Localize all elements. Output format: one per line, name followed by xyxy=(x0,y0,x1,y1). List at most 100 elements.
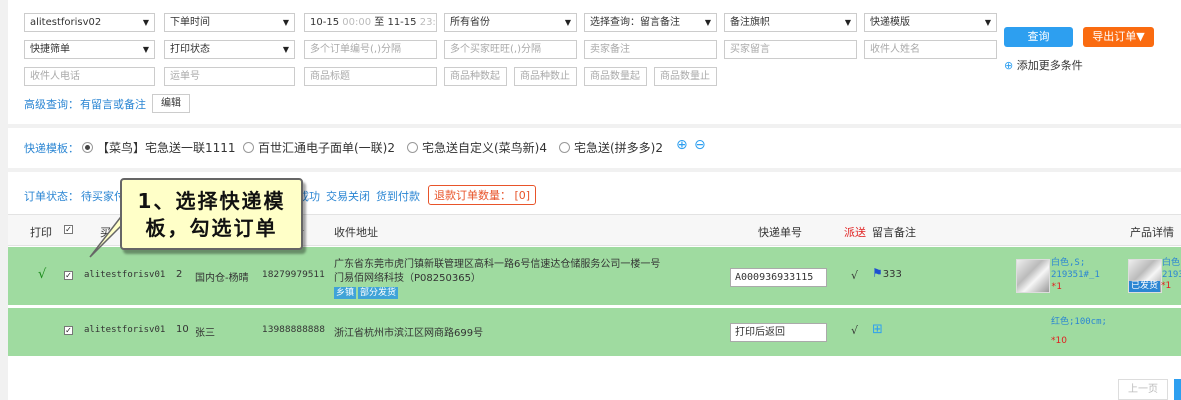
item-qty: 2 xyxy=(176,269,183,280)
template-option-label: 宅急送(拼多多)2 xyxy=(574,141,663,155)
order-status-label: 订单状态： xyxy=(24,190,79,203)
address-line-2: 门易佰网络科技（P08250365） xyxy=(334,273,481,284)
receiver-name: 张三 xyxy=(195,328,215,339)
receiver-name: 国内仓-杨晴 xyxy=(195,273,249,284)
callout-annotation: 1、选择快递模 板，勾选订单 xyxy=(120,178,303,250)
chevron-down-icon: ▼ xyxy=(142,45,149,54)
tag-township: 乡镇 xyxy=(334,287,357,299)
radio-icon[interactable] xyxy=(243,142,254,153)
chevron-down-icon: ▼ xyxy=(984,18,991,27)
quick-filter-select[interactable]: 快捷筛单 ▼ xyxy=(24,40,155,59)
courier-template-label: 快递模板： xyxy=(24,142,79,155)
shop-select-value: alitestforisv02 xyxy=(30,17,102,28)
template-option-3[interactable]: 宅急送(拼多多)2 xyxy=(559,139,663,156)
print-status-select-value: 打印状态 xyxy=(170,44,210,55)
add-note-icon[interactable]: ⊞ xyxy=(872,322,883,337)
buyer-message-input[interactable]: 买家留言 xyxy=(724,40,857,59)
quick-filter-select-value: 快捷筛单 xyxy=(30,44,70,55)
query-button[interactable]: 查询 xyxy=(1004,27,1073,47)
edit-button[interactable]: 编辑 xyxy=(152,94,190,113)
product-kinds-from-input[interactable]: 商品种数起 xyxy=(444,67,507,86)
select-all-checkbox[interactable]: ✓ xyxy=(64,225,73,234)
header-dispatch: 派送 xyxy=(844,226,866,239)
radio-icon[interactable] xyxy=(559,142,570,153)
address-tags: 乡镇 部分发货 xyxy=(334,285,400,299)
order-time-select-value: 下单时间 xyxy=(170,17,210,28)
product-qty-to-input[interactable]: 商品数量止 xyxy=(654,67,717,86)
order-time-select[interactable]: 下单时间 ▼ xyxy=(164,13,295,32)
plus-circle-icon[interactable]: ⊕ xyxy=(676,137,688,153)
next-page-button[interactable] xyxy=(1174,379,1181,400)
order-ids-input[interactable]: 多个订单编号(,)分隔 xyxy=(304,40,437,59)
template-option-0[interactable]: 【菜鸟】宅急送一联1111 xyxy=(82,139,236,156)
radio-icon[interactable] xyxy=(407,142,418,153)
item-qty: 10 xyxy=(176,324,189,335)
query-type-select[interactable]: 选择查询：留言备注 ▼ xyxy=(584,13,717,32)
print-status-select[interactable]: 打印状态 ▼ xyxy=(164,40,295,59)
courier-template-panel: 快递模板： 【菜鸟】宅急送一联1111 百世汇通电子面单(一联)2 宅急送自定义… xyxy=(8,128,1181,168)
header-address: 收件地址 xyxy=(334,226,378,239)
chevron-down-icon: ▼ xyxy=(142,18,149,27)
courier-template-select-value: 快递模版 xyxy=(870,17,910,28)
buyer-ids-input[interactable]: 多个买家旺旺(,)分隔 xyxy=(444,40,577,59)
time-from: 00:00 xyxy=(342,17,372,28)
waybill-field[interactable]: 打印后返回 xyxy=(730,323,827,342)
table-row[interactable]: ✓ alitestforisv01 10 张三 13988888888 浙江省杭… xyxy=(8,308,1181,356)
courier-template-select[interactable]: 快递模版 ▼ xyxy=(864,13,997,32)
printed-checkmark-icon: √ xyxy=(38,267,47,282)
receiver-phone: 18279979511 xyxy=(262,270,325,280)
radio-selected-icon[interactable] xyxy=(82,142,93,153)
header-product: 产品详情 xyxy=(1130,226,1174,239)
waybill-field[interactable]: A000936933115 xyxy=(730,268,827,287)
flag-select-value: 备注旗帜 xyxy=(730,17,770,28)
product-1-qty: *1 xyxy=(1051,282,1062,292)
receiver-name-input[interactable]: 收件人姓名 xyxy=(864,40,997,59)
waybill-input[interactable]: 运单号 xyxy=(164,67,295,86)
refund-label: 退款订单数量： xyxy=(434,189,511,202)
add-conditions-link[interactable]: ⊕ 添加更多条件 xyxy=(1004,57,1083,73)
header-waybill: 快递单号 xyxy=(758,226,802,239)
product-2-spec: 白色 2193 xyxy=(1162,257,1181,281)
tag-partial-shipped: 部分发货 xyxy=(358,287,399,299)
note-cell[interactable]: ⚑333 xyxy=(872,266,902,280)
buyer-id: alitestforisv01 xyxy=(84,325,166,335)
product-kinds-to-input[interactable]: 商品种数止 xyxy=(514,67,577,86)
flag-select[interactable]: 备注旗帜 ▼ xyxy=(724,13,857,32)
address-line-1: 广东省东莞市虎门镇新联管理区高科一路6号信速达仓储服务公司一楼一号 xyxy=(334,259,661,270)
export-orders-button[interactable]: 导出订单▼ xyxy=(1083,27,1154,47)
province-select[interactable]: 所有省份 ▼ xyxy=(444,13,577,32)
address-line-1: 浙江省杭州市滨江区网商路699号 xyxy=(334,328,484,339)
product-qty-from-input[interactable]: 商品数量起 xyxy=(584,67,647,86)
prev-page-button[interactable]: 上一页 xyxy=(1118,379,1168,400)
template-option-1[interactable]: 百世汇通电子面单(一联)2 xyxy=(243,139,395,156)
receiver-phone-input[interactable]: 收件人电话 xyxy=(24,67,155,86)
chevron-down-icon: ▼ xyxy=(844,18,851,27)
minus-circle-icon[interactable]: ⊖ xyxy=(694,137,706,153)
header-print: 打印 xyxy=(30,226,52,239)
seller-note-input[interactable]: 卖家备注 xyxy=(584,40,717,59)
product-2-variant: 白色 xyxy=(1162,258,1181,268)
date-range-input[interactable]: 10-15 00:00 至 11-15 23:59 xyxy=(304,13,437,32)
shop-select[interactable]: alitestforisv02 ▼ xyxy=(24,13,155,32)
time-to: 23:59 xyxy=(419,17,436,28)
refund-count-badge[interactable]: 退款订单数量： [0] xyxy=(428,185,537,205)
product-thumbnail[interactable] xyxy=(1016,259,1050,293)
product-1-variant: 白色,S; xyxy=(1051,258,1086,268)
advanced-query-value[interactable]: 有留言或备注 xyxy=(80,96,146,112)
row-checkbox[interactable]: ✓ xyxy=(64,271,73,280)
product-1-spec: 白色,S; 219351#_1 *1 xyxy=(1051,257,1100,293)
template-option-2[interactable]: 宅急送自定义(菜鸟新)4 xyxy=(407,139,547,156)
export-orders-label: 导出订单 xyxy=(1092,30,1137,43)
row-checkbox[interactable]: ✓ xyxy=(64,326,73,335)
status-cod[interactable]: 货到付款 xyxy=(376,188,420,204)
product-title-input[interactable]: 商品标题 xyxy=(304,67,437,86)
dispatch-check: √ xyxy=(851,324,859,337)
callout-line-2: 板，勾选订单 xyxy=(145,216,278,240)
product-2-qty: *1 xyxy=(1161,281,1172,291)
chevron-down-icon: ▼ xyxy=(564,18,571,27)
chevron-down-icon: ▼ xyxy=(282,18,289,27)
query-type-select-value: 选择查询：留言备注 xyxy=(590,17,680,28)
dropdown-arrow-icon: ▼ xyxy=(1136,30,1145,43)
status-closed[interactable]: 交易关闭 xyxy=(326,188,370,204)
callout-line-1: 1、选择快递模 xyxy=(137,189,286,213)
